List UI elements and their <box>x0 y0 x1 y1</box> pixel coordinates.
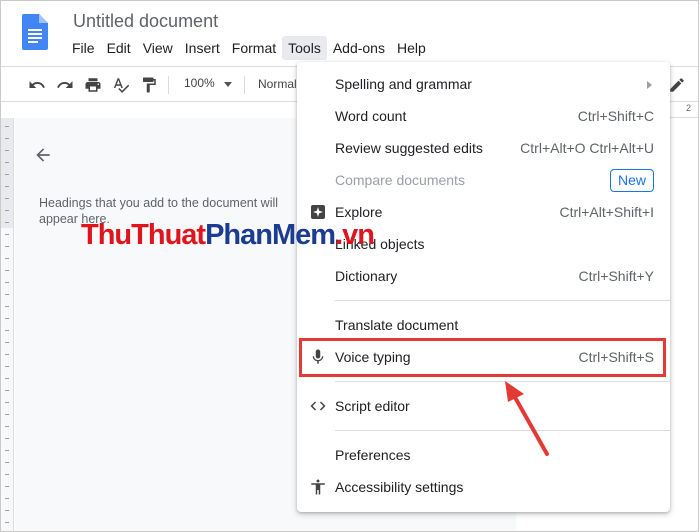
menu-item-compare-documents: Compare documents New <box>297 164 670 196</box>
ruler-tick <box>5 234 9 235</box>
menu-item-word-count[interactable]: Word count Ctrl+Shift+C <box>297 100 670 132</box>
ruler-tick <box>5 174 9 175</box>
ruler-number: 2 <box>685 103 691 113</box>
zoom-dropdown-caret-icon[interactable] <box>224 82 232 87</box>
menu-item-label: Dictionary <box>335 268 398 284</box>
ruler-tick <box>5 126 9 127</box>
menu-item-review-suggested-edits[interactable]: Review suggested edits Ctrl+Alt+O Ctrl+A… <box>297 132 670 164</box>
redo-icon[interactable] <box>56 76 74 94</box>
ruler-tick <box>5 414 9 415</box>
vertical-ruler <box>0 118 14 532</box>
ruler-tick <box>5 270 9 271</box>
toolbar-separator <box>168 76 169 94</box>
menu-insert[interactable]: Insert <box>179 36 226 60</box>
zoom-select[interactable]: 100% <box>184 76 215 90</box>
ruler-tick <box>5 282 9 283</box>
document-title[interactable]: Untitled document <box>73 11 218 32</box>
watermark-part-3: .vn <box>335 219 375 251</box>
menu-item-preferences[interactable]: Preferences <box>297 439 670 471</box>
menu-item-spelling-and-grammar[interactable]: Spelling and grammar <box>297 68 670 100</box>
menu-item-label: Script editor <box>335 398 410 414</box>
ruler-tick <box>5 150 9 151</box>
ruler-tick <box>5 402 9 403</box>
pen-icon[interactable] <box>668 76 686 94</box>
ruler-tick <box>5 366 9 367</box>
menu-item-label: Translate document <box>335 317 459 333</box>
ruler-tick <box>5 498 9 499</box>
menu-divider <box>335 300 670 301</box>
menu-item-label: Review suggested edits <box>335 140 483 156</box>
ruler-tick <box>5 378 9 379</box>
menu-item-shortcut: Ctrl+Alt+O Ctrl+Alt+U <box>520 140 654 156</box>
print-icon[interactable] <box>84 76 102 94</box>
ruler-tick <box>5 510 9 511</box>
menu-bar: File Edit View Insert Format Tools Add-o… <box>66 36 432 60</box>
vertical-ruler-margin <box>0 118 13 228</box>
ruler-tick <box>5 258 9 259</box>
ruler-tick <box>5 246 9 247</box>
ruler-tick <box>5 186 9 187</box>
annotation-arrow-icon <box>505 381 549 456</box>
ruler-tick <box>5 222 9 223</box>
code-icon <box>310 401 326 411</box>
menu-item-shortcut: Ctrl+Shift+Y <box>578 268 654 284</box>
ruler-tick <box>5 198 9 199</box>
watermark-part-2: PhanMem <box>205 219 336 251</box>
menu-item-shortcut: Ctrl+Alt+Shift+I <box>559 204 654 220</box>
paragraph-style-select[interactable]: Normal <box>258 77 297 91</box>
voice-typing-highlight-box <box>299 338 666 377</box>
menu-item-label: Word count <box>335 108 407 124</box>
paint-format-icon[interactable] <box>140 76 158 94</box>
ruler-tick <box>5 330 9 331</box>
ruler-tick <box>5 138 9 139</box>
menu-item-shortcut: Ctrl+Shift+C <box>577 108 654 124</box>
menu-item-label: Preferences <box>335 447 411 463</box>
ruler-tick <box>5 486 9 487</box>
menu-item-dictionary[interactable]: Dictionary Ctrl+Shift+Y <box>297 260 670 292</box>
menu-item-label: Spelling and grammar <box>335 76 472 92</box>
spellcheck-icon[interactable] <box>112 76 130 94</box>
menu-file[interactable]: File <box>66 36 101 60</box>
watermark-part-1: ThuThuat <box>81 219 206 251</box>
ruler-tick <box>5 462 9 463</box>
menu-tools[interactable]: Tools <box>282 36 327 60</box>
menu-item-accessibility-settings[interactable]: Accessibility settings <box>297 471 670 503</box>
new-badge: New <box>609 169 654 192</box>
ruler-tick <box>5 426 9 427</box>
menu-format[interactable]: Format <box>226 36 282 60</box>
menu-item-label: Compare documents <box>335 172 465 188</box>
menu-edit[interactable]: Edit <box>101 36 137 60</box>
ruler-tick <box>5 390 9 391</box>
menu-item-label: Accessibility settings <box>335 479 464 495</box>
ruler-tick <box>5 318 9 319</box>
menu-add-ons[interactable]: Add-ons <box>327 36 391 60</box>
menu-item-translate-document[interactable]: Translate document <box>297 309 670 341</box>
ruler-tick <box>5 342 9 343</box>
menu-item-script-editor[interactable]: Script editor <box>297 390 670 422</box>
toolbar-separator <box>244 76 245 94</box>
ruler-tick <box>5 210 9 211</box>
ruler-tick <box>5 522 9 523</box>
ruler-tick <box>5 306 9 307</box>
menu-view[interactable]: View <box>137 36 179 60</box>
google-docs-logo-icon[interactable] <box>22 14 48 50</box>
back-arrow-icon[interactable] <box>33 145 53 165</box>
submenu-arrow-icon <box>647 81 652 89</box>
undo-icon[interactable] <box>28 76 46 94</box>
ruler-tick <box>5 162 9 163</box>
ruler-tick <box>5 438 9 439</box>
ruler-tick <box>5 354 9 355</box>
watermark-logo: ThuThuatPhanMem.vn <box>81 218 375 252</box>
tools-menu-dropdown: Spelling and grammar Word count Ctrl+Shi… <box>297 62 670 512</box>
ruler-tick <box>5 294 9 295</box>
ruler-tick <box>5 450 9 451</box>
menu-help[interactable]: Help <box>391 36 432 60</box>
accessibility-icon <box>311 479 325 495</box>
ruler-tick <box>5 474 9 475</box>
